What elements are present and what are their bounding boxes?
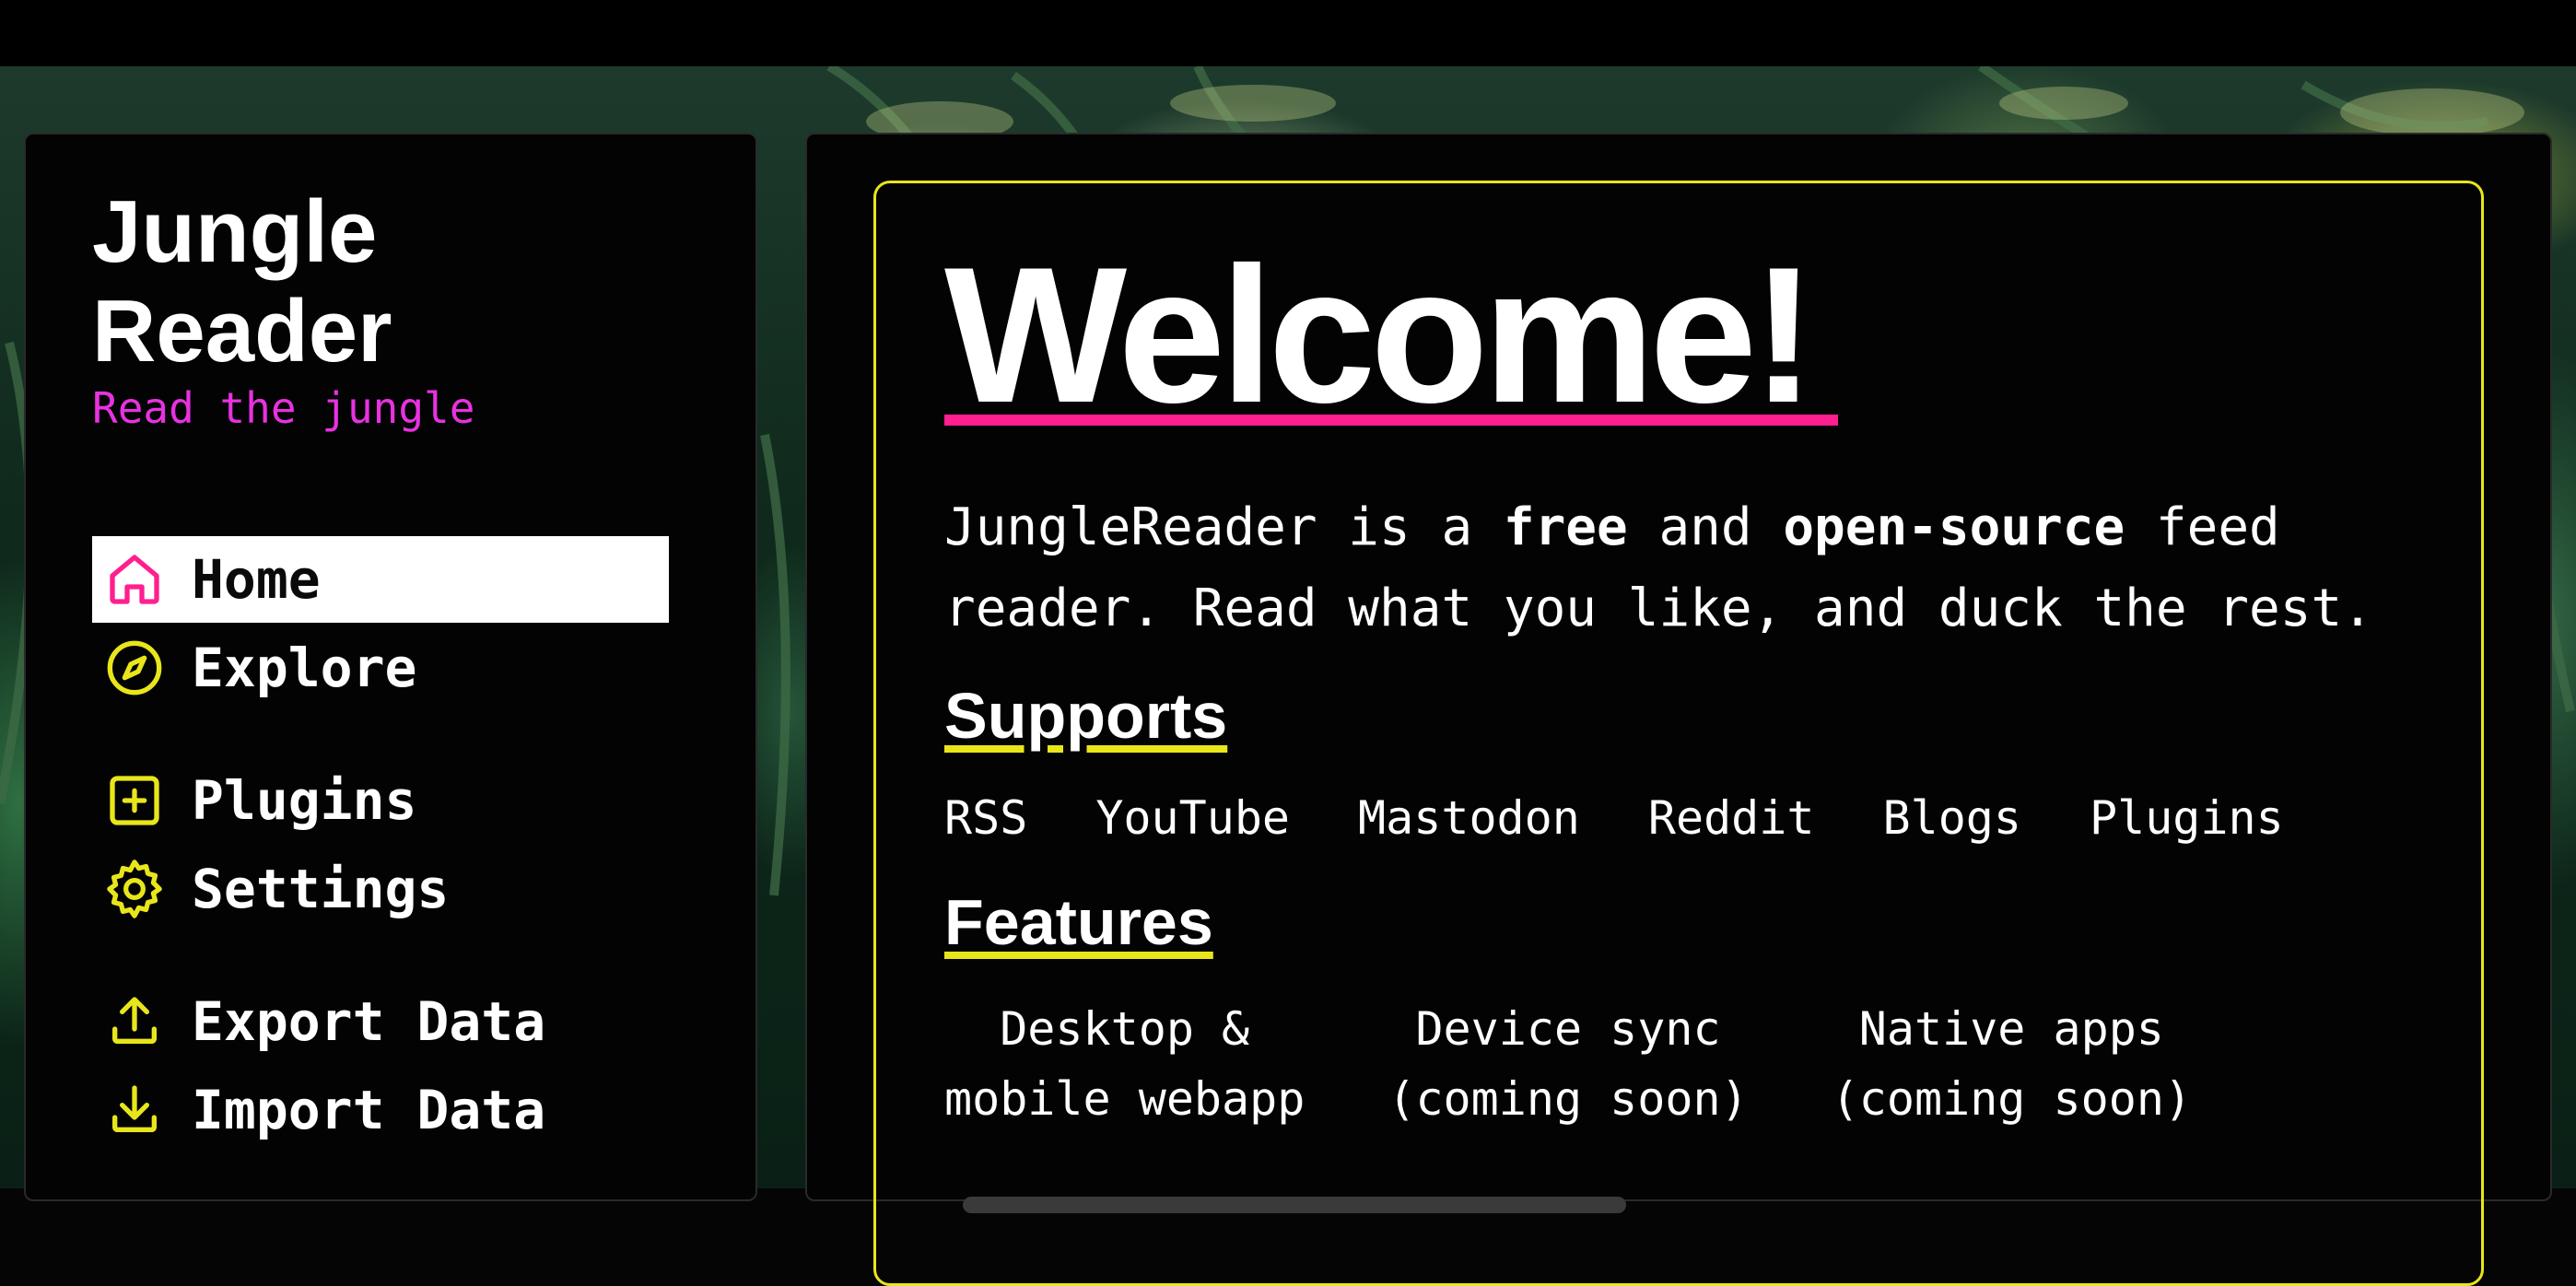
sidebar-panel: Jungle Reader Read the jungle Home Explo… bbox=[24, 133, 757, 1201]
feature-device-sync: Device sync (coming soon) bbox=[1388, 994, 1748, 1134]
download-icon bbox=[101, 1077, 168, 1143]
upload-icon bbox=[101, 988, 168, 1055]
app-tagline: Read the jungle bbox=[92, 383, 475, 433]
supports-item-plugins: Plugins bbox=[2090, 791, 2284, 845]
sidebar-item-label: Settings bbox=[192, 858, 450, 920]
sidebar-item-settings[interactable]: Settings bbox=[92, 846, 669, 932]
welcome-underline bbox=[944, 415, 1838, 426]
welcome-heading: Welcome! bbox=[944, 227, 1816, 443]
intro-emphasis-free: free bbox=[1503, 497, 1628, 557]
features-heading: Features bbox=[944, 886, 1213, 958]
sidebar-item-home[interactable]: Home bbox=[92, 536, 669, 623]
feature-line: Device sync bbox=[1415, 1002, 1721, 1056]
intro-emphasis-open-source: open-source bbox=[1783, 497, 2125, 557]
intro-text: JungleReader is a free and open-source f… bbox=[944, 487, 2437, 649]
sidebar-item-explore[interactable]: Explore bbox=[92, 625, 669, 711]
feature-line: (coming soon) bbox=[1388, 1072, 1749, 1126]
intro-part: and bbox=[1627, 497, 1784, 557]
welcome-card: Welcome! JungleReader is a free and open… bbox=[873, 181, 2484, 1286]
supports-item-rss: RSS bbox=[944, 791, 1028, 845]
sidebar-item-export-data[interactable]: Export Data bbox=[92, 978, 669, 1065]
supports-item-reddit: Reddit bbox=[1647, 791, 1815, 845]
app-title: Jungle Reader bbox=[92, 182, 645, 381]
features-row: Desktop & mobile webapp Device sync (com… bbox=[944, 994, 2192, 1134]
compass-icon bbox=[101, 635, 168, 701]
sidebar-item-label: Home bbox=[192, 548, 321, 611]
sidebar-item-plugins[interactable]: Plugins bbox=[92, 757, 669, 844]
sidebar-item-label: Export Data bbox=[192, 990, 546, 1053]
supports-item-mastodon: Mastodon bbox=[1358, 791, 1580, 845]
home-icon bbox=[101, 546, 168, 613]
plus-square-icon bbox=[101, 767, 168, 834]
supports-heading: Supports bbox=[944, 680, 1228, 752]
sidebar-item-import-data[interactable]: Import Data bbox=[92, 1067, 669, 1153]
feature-line: (coming soon) bbox=[1831, 1072, 2193, 1126]
sidebar-item-label: Explore bbox=[192, 637, 417, 699]
feature-webapp: Desktop & mobile webapp bbox=[944, 994, 1305, 1134]
sidebar-item-label: Plugins bbox=[192, 769, 417, 832]
supports-list: RSS YouTube Mastodon Reddit Blogs Plugin… bbox=[944, 791, 2284, 845]
feature-line: Desktop & bbox=[1000, 1002, 1250, 1056]
app-title-line1: Jungle bbox=[92, 182, 378, 281]
supports-item-youtube: YouTube bbox=[1095, 791, 1291, 845]
feature-native-apps: Native apps (coming soon) bbox=[1832, 994, 2192, 1134]
intro-part: JungleReader is a bbox=[944, 497, 1504, 557]
feature-line: Native apps bbox=[1858, 1002, 2164, 1056]
features-horizontal-scrollbar[interactable] bbox=[963, 1197, 1626, 1213]
main-panel: Welcome! JungleReader is a free and open… bbox=[805, 133, 2552, 1286]
sidebar-item-label: Import Data bbox=[192, 1079, 546, 1141]
supports-item-blogs: Blogs bbox=[1882, 791, 2021, 845]
top-bar bbox=[0, 0, 2576, 66]
feature-line: mobile webapp bbox=[944, 1072, 1306, 1126]
gear-icon bbox=[101, 856, 168, 922]
app-title-line2: Reader bbox=[92, 282, 392, 380]
